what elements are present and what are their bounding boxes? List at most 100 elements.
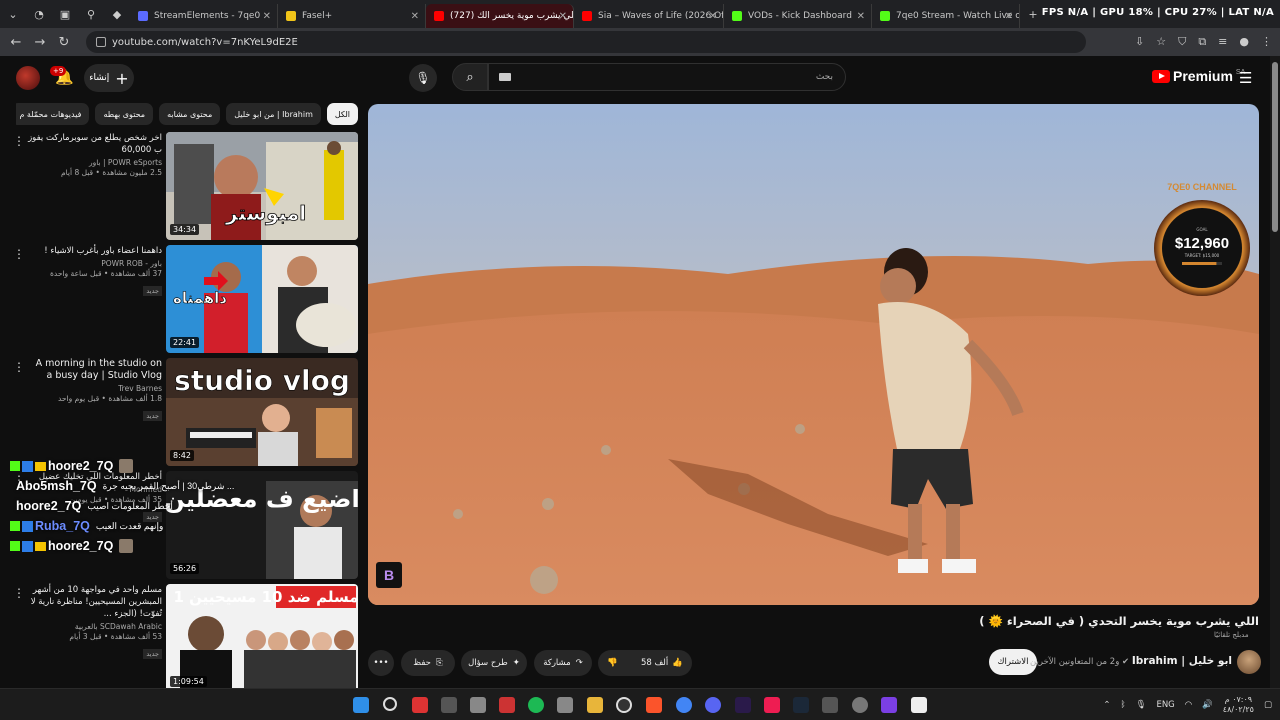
- discord-icon[interactable]: [705, 697, 721, 713]
- address-bar-row: ← → ↻ youtube.com/watch?v=7nKYeL9dE2E ⇩ …: [0, 28, 1280, 56]
- more-vert-icon[interactable]: ⋮: [13, 134, 25, 148]
- youtube-premium-logo[interactable]: Premium SA: [1152, 68, 1245, 84]
- close-icon[interactable]: ✕: [411, 11, 419, 22]
- tab-icon-4[interactable]: ◆: [104, 0, 130, 28]
- tab-icon-3[interactable]: ⚲: [78, 0, 104, 28]
- app-icon-7[interactable]: [881, 697, 897, 713]
- app-icon-4[interactable]: [557, 697, 573, 713]
- reload-icon[interactable]: ↻: [52, 35, 76, 50]
- create-button[interactable]: إنشاء +: [84, 64, 134, 92]
- obs-icon[interactable]: [616, 697, 632, 713]
- spotify-icon[interactable]: [528, 697, 544, 713]
- close-icon[interactable]: ✕: [559, 11, 567, 22]
- tab-fasel[interactable]: Fasel+ ✕: [278, 4, 426, 28]
- channel-name[interactable]: Trev Barnes: [28, 384, 162, 393]
- forward-icon[interactable]: →: [28, 35, 52, 50]
- brave-icon[interactable]: [646, 697, 662, 713]
- chip-related[interactable]: محتوى بهطه: [95, 103, 154, 125]
- chip-similar[interactable]: محتوى مشابه: [159, 103, 221, 125]
- wifi-icon[interactable]: ◠: [1185, 700, 1192, 710]
- chevron-up-icon[interactable]: ⌃: [1103, 700, 1110, 710]
- app-icon-3[interactable]: [499, 697, 515, 713]
- video-title[interactable]: اخر شخص يطلع من سوبرماركت يفوز ب 60,000: [28, 132, 162, 156]
- channel-name[interactable]: POWR eSports | باور: [28, 158, 162, 167]
- settings-icon[interactable]: [470, 697, 486, 713]
- close-icon[interactable]: ✕: [709, 11, 717, 22]
- search-input[interactable]: بحث: [488, 63, 846, 91]
- share-icon: ↷: [575, 658, 583, 668]
- account-avatar[interactable]: [16, 66, 40, 90]
- more-vert-icon[interactable]: ⋮: [13, 360, 25, 374]
- more-vert-icon[interactable]: ⋮: [13, 247, 25, 261]
- channel-avatar[interactable]: [1237, 650, 1261, 674]
- tab-icon-2[interactable]: ▣: [52, 0, 78, 28]
- chip-all[interactable]: الكل: [326, 103, 358, 125]
- extensions-icon[interactable]: ⧉: [1198, 35, 1206, 49]
- premiere-icon[interactable]: [735, 697, 751, 713]
- tab-kick-stream[interactable]: 7qe0 Stream - Watch Live on ✕: [872, 4, 1020, 28]
- video-title[interactable]: A morning in the studio on a busy day | …: [28, 358, 162, 382]
- video-title[interactable]: داهمنا اعضاء باور بأغرب الاشياء !: [28, 245, 162, 257]
- ask-button[interactable]: طرح سؤال ✦: [461, 650, 527, 676]
- url-field[interactable]: youtube.com/watch?v=7nKYeL9dE2E: [86, 31, 1086, 53]
- chat-message: hoore2_7Q أخطر المعلومات اصيب: [10, 496, 173, 516]
- save-button[interactable]: حفظ ⎘: [401, 650, 455, 676]
- tiktok-icon[interactable]: [764, 697, 780, 713]
- like-button[interactable]: 58 ألف 👍: [641, 658, 683, 668]
- steam-icon[interactable]: [793, 697, 809, 713]
- app-icon-8[interactable]: [911, 697, 927, 713]
- more-actions-button[interactable]: •••: [368, 650, 394, 676]
- notification-icon[interactable]: ▢: [1264, 700, 1272, 710]
- back-icon[interactable]: ←: [4, 35, 28, 50]
- search-icon[interactable]: [383, 697, 397, 711]
- video-thumbnail[interactable]: studio vlog: [166, 358, 358, 466]
- dislike-icon[interactable]: 👎: [607, 658, 618, 668]
- tab-icon-1[interactable]: ◔: [26, 0, 52, 28]
- chip-from-channel[interactable]: من ابو خليل | Ibrahim: [226, 103, 321, 125]
- scrollbar-thumb[interactable]: [1272, 62, 1278, 232]
- profile-icon[interactable]: ●: [1239, 35, 1249, 49]
- folder-icon[interactable]: [587, 697, 603, 713]
- close-icon[interactable]: ✕: [857, 11, 865, 22]
- channel-name[interactable]: باور - POWR ROB: [28, 259, 162, 268]
- mic-icon[interactable]: 🎙: [1136, 700, 1147, 710]
- playlist-icon[interactable]: ≡: [1218, 35, 1227, 49]
- app-icon-6[interactable]: [852, 697, 868, 713]
- close-icon[interactable]: ✕: [263, 11, 271, 22]
- volume-icon[interactable]: 🔊: [1202, 700, 1213, 710]
- bookmark-star-icon[interactable]: ☆: [1156, 35, 1166, 49]
- shield-icon[interactable]: ⛉: [1178, 35, 1186, 49]
- more-vert-icon[interactable]: ⋮: [13, 586, 25, 600]
- video-title[interactable]: مسلم واحد في مواجهة 10 من أشهر المبشرين …: [28, 584, 162, 620]
- search-icon[interactable]: ⌕: [452, 63, 488, 91]
- app-icon-1[interactable]: [412, 697, 428, 713]
- hamburger-menu-icon[interactable]: ☰: [1239, 69, 1252, 87]
- system-tray: ⌃ ᛒ 🎙 ENG ◠ 🔊 ٠٧:٠٩ م ٤٨/٠٢/٢٥ ▢: [1103, 695, 1272, 715]
- chrome-icon[interactable]: [676, 697, 692, 713]
- crown-badge-icon: [35, 461, 46, 471]
- start-icon[interactable]: [353, 697, 369, 713]
- share-button[interactable]: مشاركة ↷: [534, 650, 592, 676]
- app-icon-5[interactable]: [822, 697, 838, 713]
- channel-name[interactable]: SCDawah Arabic بالعربية: [28, 622, 162, 631]
- mic-icon[interactable]: 🎙: [409, 64, 437, 92]
- close-icon[interactable]: ✕: [1005, 11, 1013, 22]
- keyboard-icon[interactable]: [499, 73, 511, 81]
- chip-uploaded[interactable]: فيديوهات محمّلة م: [16, 103, 90, 125]
- app-icon-2[interactable]: [441, 697, 457, 713]
- more-icon[interactable]: ⋮: [1261, 35, 1272, 49]
- install-icon[interactable]: ⇩: [1135, 35, 1144, 49]
- language-indicator[interactable]: ENG: [1156, 700, 1174, 710]
- site-info-icon[interactable]: [96, 37, 106, 47]
- sub-badge-icon: [22, 460, 33, 472]
- clock[interactable]: ٠٧:٠٩ م ٤٨/٠٢/٢٥: [1223, 695, 1254, 715]
- new-badge: جديد: [143, 411, 162, 421]
- tab-kick-vods[interactable]: VODs - Kick Dashboard ✕: [724, 4, 872, 28]
- tab-youtube-video[interactable]: (727) اللي يشرب موية يخسر الك ✕: [426, 4, 574, 28]
- tab-streamelements[interactable]: StreamElements - 7qe0 ✕: [130, 4, 278, 28]
- bluetooth-icon[interactable]: ᛒ: [1121, 700, 1126, 710]
- channel-info[interactable]: ابو خليل | Ibrahim ✔ و2 من المتعاونين ال…: [1030, 655, 1232, 667]
- video-player[interactable]: 7QE0 CHANNEL GOAL $12,960 TARGET: $15,00…: [368, 104, 1259, 605]
- tab-search-icon[interactable]: ⌄: [0, 0, 26, 28]
- tab-sia-waves[interactable]: Sia – Waves of Life (2026 Offi ✕: [574, 4, 724, 28]
